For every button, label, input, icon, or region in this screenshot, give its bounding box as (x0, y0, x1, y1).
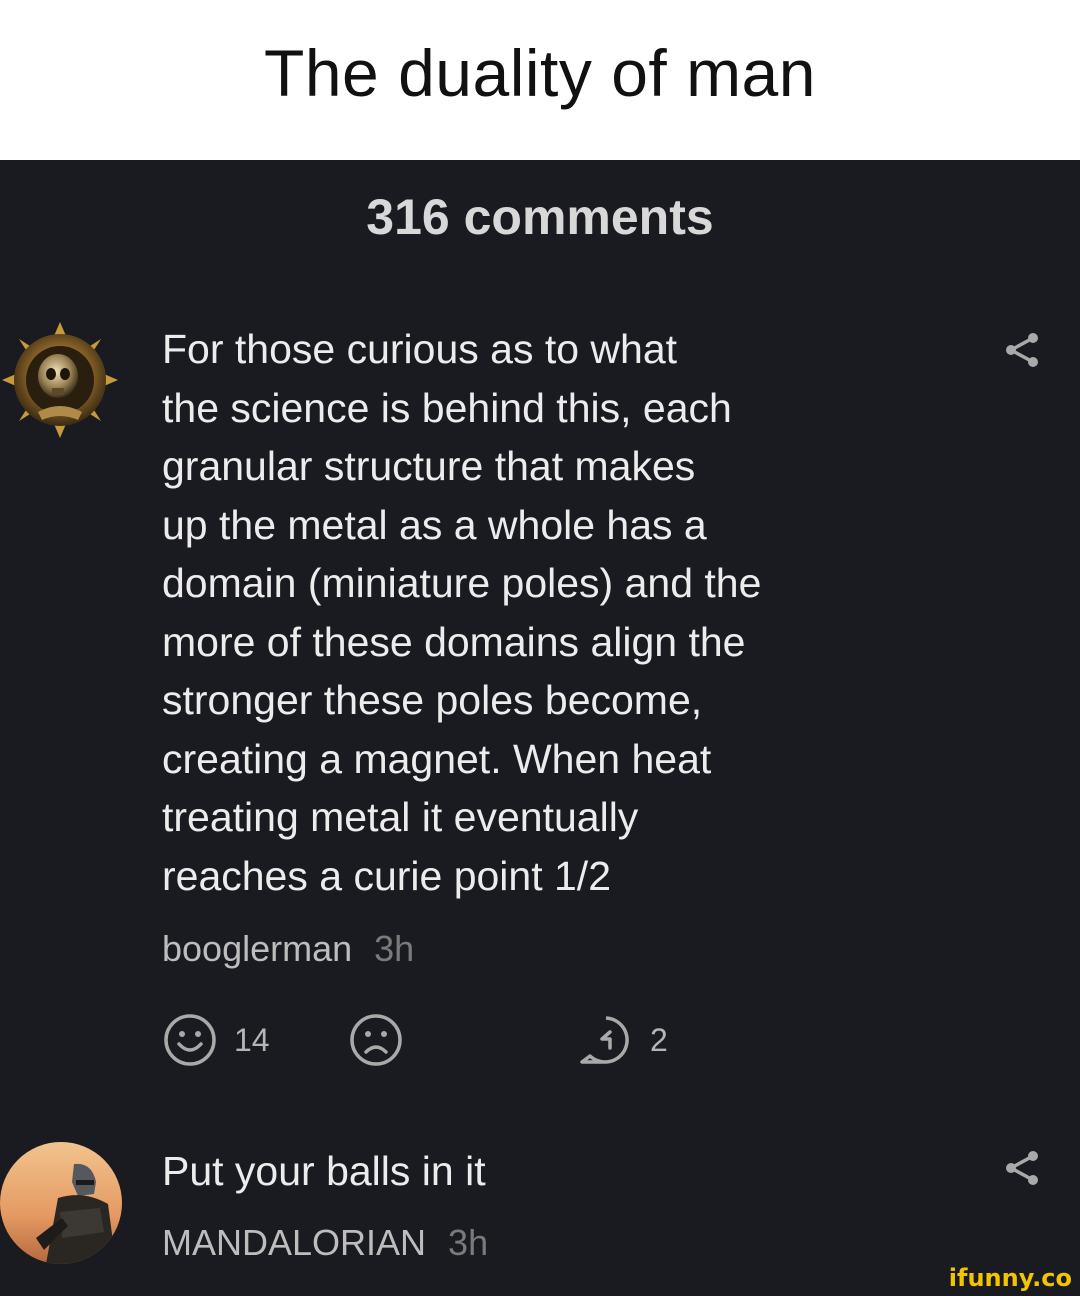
avatar[interactable] (0, 1142, 122, 1264)
comment-meta: booglerman 3h (162, 928, 414, 970)
comment-time: 3h (374, 928, 415, 969)
meme-caption-area: The duality of man (0, 0, 1080, 160)
smile-button[interactable]: 14 (162, 1012, 270, 1068)
unsmile-button[interactable] (348, 1012, 404, 1068)
reply-button[interactable]: 2 (578, 1012, 668, 1068)
share-icon[interactable] (1002, 1148, 1042, 1188)
comment-time: 3h (448, 1222, 489, 1263)
comment-meta: MANDALORIAN 3h (162, 1222, 488, 1264)
comment-text: Put your balls in it (162, 1148, 486, 1194)
ifunny-watermark: ifunny.co (948, 1264, 1072, 1292)
comment-text: For those curious as to what the science… (162, 326, 762, 899)
smile-count: 14 (234, 1021, 270, 1058)
comments-count-header: 316 comments (366, 189, 714, 245)
reply-count: 2 (650, 1021, 668, 1058)
comment-author[interactable]: booglerman (162, 928, 352, 969)
reply-icon (580, 1016, 629, 1064)
share-icon[interactable] (1002, 330, 1042, 370)
frown-icon (350, 1014, 402, 1066)
comment-actions: 14 2 (162, 1012, 762, 1072)
smile-icon (164, 1014, 216, 1066)
comment-author[interactable]: MANDALORIAN (162, 1222, 426, 1263)
meme-caption: The duality of man (264, 36, 816, 110)
avatar[interactable] (0, 320, 120, 440)
